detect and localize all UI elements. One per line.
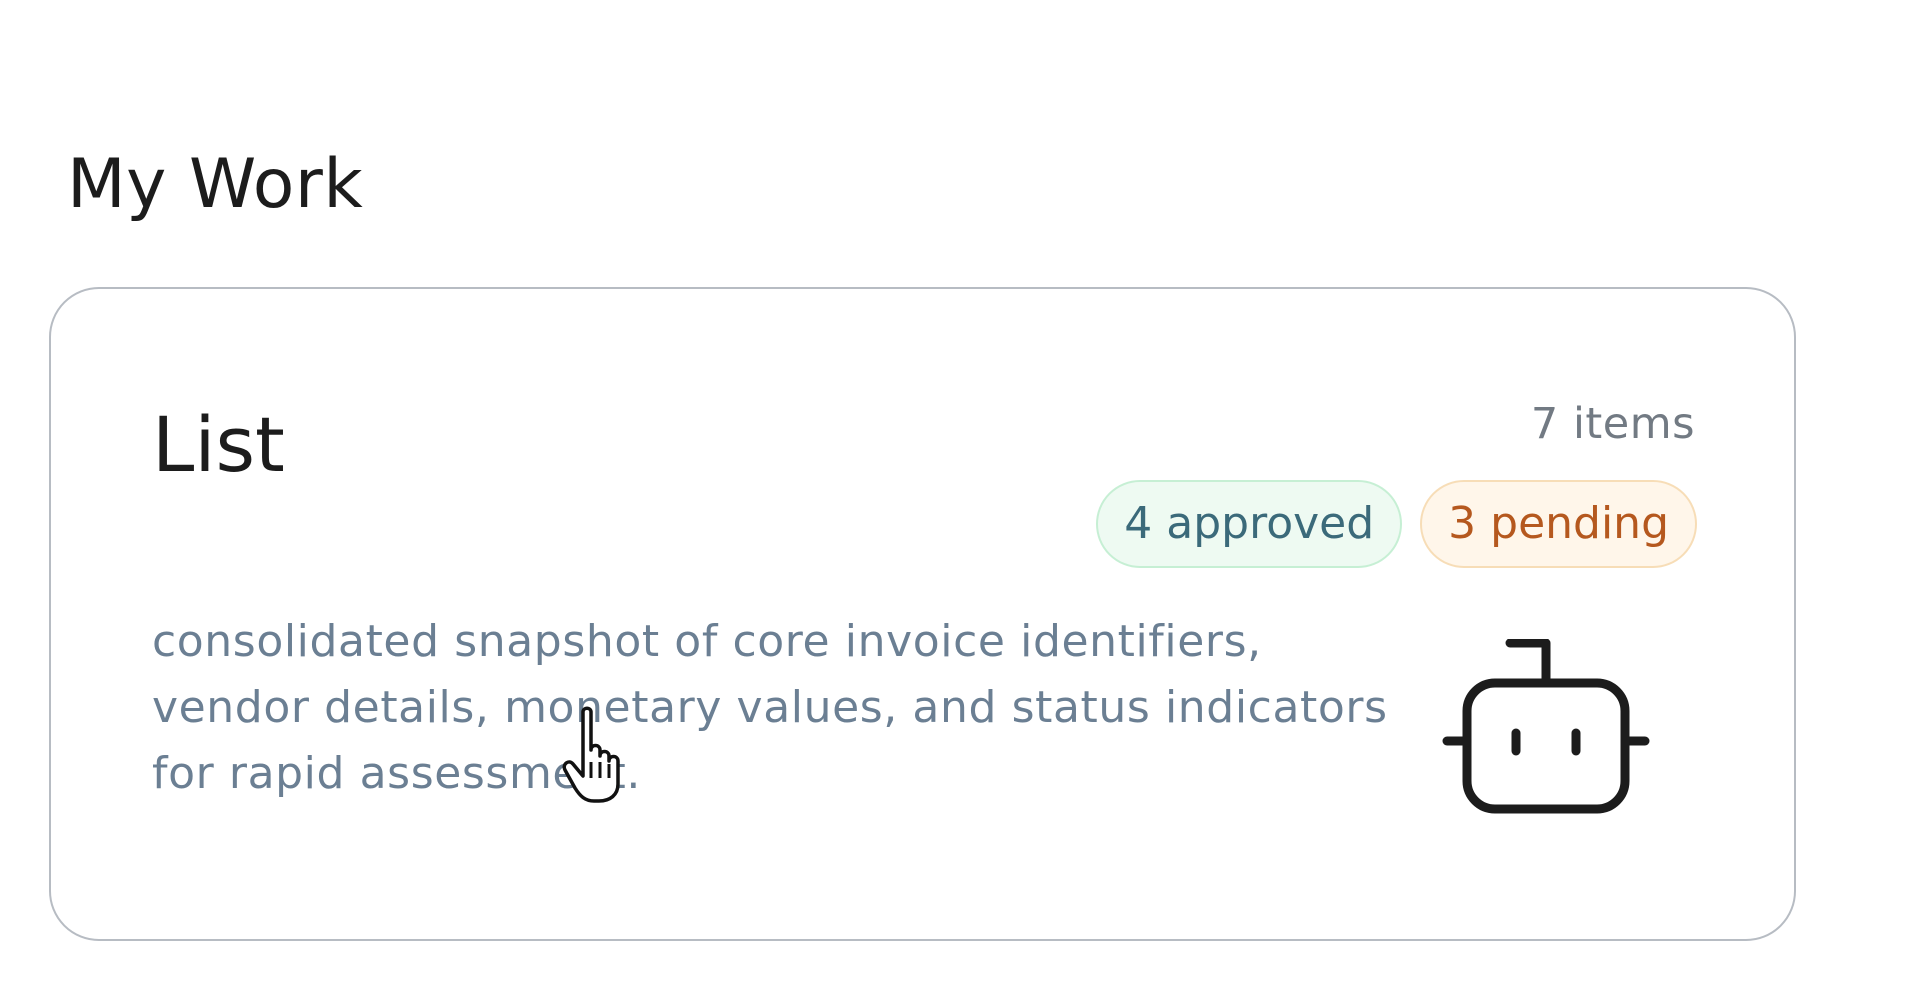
robot-icon: [1442, 639, 1650, 814]
approved-badge: 4 approved: [1096, 480, 1403, 568]
status-badges: 4 approved 3 pending: [1096, 480, 1697, 568]
page-title: My Work: [67, 145, 364, 224]
my-work-page: My Work List 7 items 4 approved 3 pendin…: [0, 0, 1910, 999]
item-count: 7 items: [1530, 399, 1695, 449]
card-description: consolidated snapshot of core invoice id…: [152, 616, 1388, 799]
card-title: List: [152, 400, 285, 489]
pending-badge: 3 pending: [1420, 480, 1697, 568]
list-card[interactable]: List 7 items 4 approved 3 pending consol…: [49, 287, 1796, 941]
